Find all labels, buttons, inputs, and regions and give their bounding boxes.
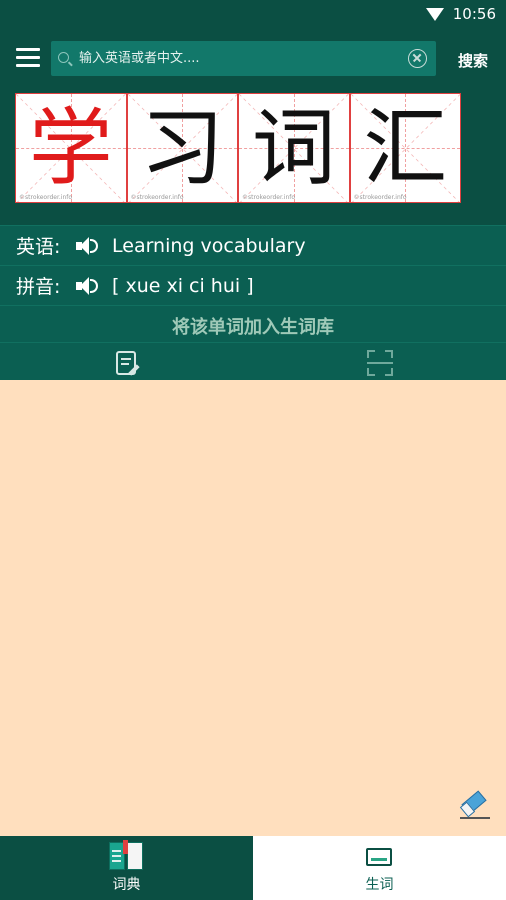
status-time: 10:56: [452, 5, 496, 23]
character-glyph: 习: [140, 99, 225, 197]
english-row: 英语: Learning vocabulary: [0, 225, 506, 265]
word-detail-panel: 学 ©strokeorder.info 习 ©strokeorder.info …: [0, 90, 506, 380]
character-cell[interactable]: 汇 ©strokeorder.info: [349, 93, 461, 203]
speaker-icon[interactable]: [74, 275, 102, 297]
character-glyph: 词: [251, 99, 336, 197]
stroke-order-characters: 学 ©strokeorder.info 习 ©strokeorder.info …: [15, 93, 461, 203]
search-input[interactable]: [79, 41, 399, 76]
edit-note-icon: [116, 351, 140, 376]
pinyin-value: [ xue xi ci hui ]: [112, 274, 254, 297]
bottom-tab-bar: 词典 生词: [0, 836, 506, 900]
dictionary-book-icon: [109, 840, 143, 872]
character-glyph: 汇: [363, 99, 448, 197]
tab-dictionary[interactable]: 词典: [0, 836, 253, 900]
search-box: [51, 41, 436, 76]
tab-vocabulary-label: 生词: [365, 877, 394, 893]
character-glyph: 学: [28, 99, 113, 197]
app-bar: 搜索: [0, 30, 506, 90]
wifi-icon: [426, 8, 444, 21]
menu-icon[interactable]: [16, 48, 40, 68]
tab-dictionary-label: 词典: [112, 877, 141, 893]
character-cell[interactable]: 习 ©strokeorder.info: [126, 93, 238, 203]
english-translation: Learning vocabulary: [112, 234, 306, 257]
clear-input-icon[interactable]: [408, 49, 427, 68]
watermark: ©strokeorder.info: [242, 194, 296, 201]
add-to-vocabulary-button[interactable]: 将该单词加入生词库: [0, 305, 506, 345]
edit-note-button[interactable]: [0, 343, 253, 381]
pinyin-label: 拼音:: [16, 276, 61, 298]
tool-row: [0, 342, 506, 380]
scan-icon: [367, 350, 393, 376]
character-cell[interactable]: 词 ©strokeorder.info: [238, 93, 350, 203]
watermark: ©strokeorder.info: [353, 194, 407, 201]
scan-button[interactable]: [253, 343, 506, 381]
eraser-icon[interactable]: [458, 790, 492, 820]
tab-vocabulary[interactable]: 生词: [253, 836, 506, 900]
search-button[interactable]: 搜索: [458, 50, 488, 71]
character-cell[interactable]: 学 ©strokeorder.info: [15, 93, 127, 203]
status-bar: 10:56: [0, 0, 506, 30]
search-icon: [58, 52, 69, 63]
pinyin-row: 拼音: [ xue xi ci hui ]: [0, 265, 506, 305]
speaker-icon[interactable]: [74, 235, 102, 257]
watermark: ©strokeorder.info: [19, 194, 73, 201]
watermark: ©strokeorder.info: [130, 194, 184, 201]
vocabulary-card-icon: [366, 848, 392, 866]
english-label: 英语:: [16, 236, 61, 258]
